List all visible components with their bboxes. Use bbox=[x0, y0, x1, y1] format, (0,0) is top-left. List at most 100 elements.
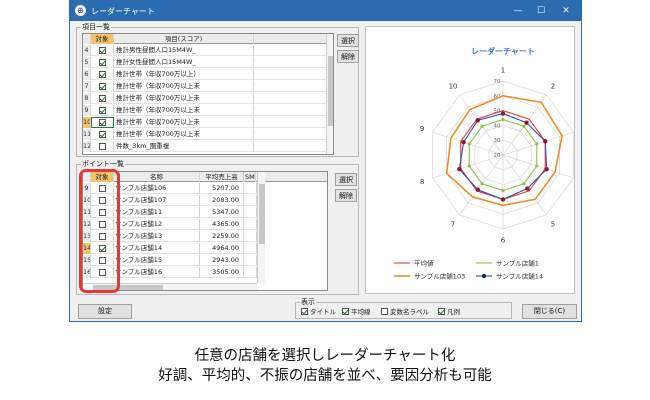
items-row-checkbox[interactable] bbox=[99, 119, 106, 126]
items-row[interactable]: 4 推計男性昼間人口15M4W_ bbox=[83, 45, 326, 56]
items-row[interactable]: 7 推計世帯（年収700万以上未 bbox=[83, 81, 326, 92]
app-icon: ⊕ bbox=[75, 5, 86, 16]
corner-cell bbox=[83, 34, 91, 44]
series-point bbox=[535, 142, 539, 146]
close-button[interactable]: 閉じる(C) bbox=[522, 304, 577, 319]
stores-row-value: 2943.00 bbox=[200, 255, 244, 266]
items-row-number: 4 bbox=[83, 45, 91, 56]
items-row-name: 推計世帯（年収700万以上未 bbox=[114, 117, 254, 128]
series-point bbox=[524, 120, 529, 125]
tick-label: 40 bbox=[494, 123, 501, 129]
items-row-target[interactable] bbox=[91, 93, 114, 104]
stores-row-value: 3505.00 bbox=[200, 267, 244, 278]
stores-row-sm bbox=[244, 243, 257, 254]
axis-label: 5 bbox=[551, 220, 555, 228]
option-average-line[interactable]: 平均線 bbox=[342, 308, 371, 317]
stores-row-name: サンプル店舗106 bbox=[114, 183, 200, 194]
items-row-target[interactable] bbox=[91, 45, 114, 56]
items-row-number: 6 bbox=[83, 69, 91, 80]
items-row[interactable]: 8 推計世帯（年収700万以上未 bbox=[83, 93, 326, 104]
stores-vertical-scrollbar[interactable] bbox=[257, 172, 265, 283]
items-row[interactable]: 9 推計世帯（年収700万以上未 bbox=[83, 105, 326, 116]
option-variable-labels[interactable]: 変数名ラベル bbox=[381, 308, 429, 317]
items-row-checkbox[interactable] bbox=[99, 83, 106, 90]
items-row-target[interactable] bbox=[91, 81, 114, 92]
stores-scroll-thumb[interactable] bbox=[259, 184, 265, 244]
radar-chart-window: ⊕ レーダーチャート — ☐ ✕ 項目一覧 対象 項目(スコア) 4 推計男性昼間… bbox=[69, 0, 587, 322]
items-row-number: 9 bbox=[83, 105, 91, 116]
series-point bbox=[522, 124, 526, 128]
legend-marker bbox=[481, 273, 487, 279]
stores-row-sm bbox=[244, 255, 257, 266]
items-row-name: 推計世帯（年収700万以上未 bbox=[114, 129, 254, 140]
items-row[interactable]: 11 推計世帯（年収700万以上未 bbox=[83, 129, 326, 140]
settings-button[interactable]: 設定 bbox=[78, 304, 132, 319]
radar-chart-panel: レーダーチャート20304050607012345678910平均値サンプル店舗… bbox=[365, 26, 587, 294]
items-row-name: 推計女性昼間人口15M4W_ bbox=[114, 57, 254, 68]
stores-row-sm bbox=[244, 183, 257, 194]
items-target-header[interactable]: 対象 bbox=[91, 34, 114, 44]
stores-value-header[interactable]: 平均売上高 bbox=[200, 172, 244, 182]
items-row-target[interactable] bbox=[91, 57, 114, 68]
series-point bbox=[501, 117, 505, 122]
items-row-checkbox[interactable] bbox=[99, 71, 106, 78]
stores-row-name: サンプル店舗13 bbox=[114, 231, 200, 242]
minimize-button[interactable]: — bbox=[510, 3, 526, 19]
stores-clear-button[interactable]: 解除 bbox=[335, 189, 357, 202]
items-row-target[interactable] bbox=[91, 105, 114, 116]
stores-group-label: ポイント一覧 bbox=[81, 160, 125, 169]
stores-row-name: サンプル店舗107 bbox=[114, 195, 200, 206]
option-title-checkbox[interactable] bbox=[301, 308, 308, 315]
items-row[interactable]: 6 推計世帯（年収700万以上） bbox=[83, 69, 326, 80]
items-row-checkbox[interactable] bbox=[99, 59, 106, 66]
items-row-checkbox[interactable] bbox=[99, 47, 106, 54]
items-row-name: 推計世帯（年収700万以上未 bbox=[114, 81, 254, 92]
series-point bbox=[461, 139, 466, 145]
legend-label: サンプル店舗14 bbox=[496, 271, 543, 280]
close-window-button[interactable]: ✕ bbox=[558, 3, 574, 19]
option-title[interactable]: タイトル bbox=[301, 308, 336, 317]
items-row-number: 8 bbox=[83, 93, 91, 104]
maximize-button[interactable]: ☐ bbox=[533, 3, 549, 19]
caption-line-2: 好調、平均的、不振の店舗を並べ、要因分析も可能 bbox=[158, 368, 492, 384]
items-row-number: 11 bbox=[83, 129, 91, 140]
stores-row-name: サンプル店舗15 bbox=[114, 255, 200, 266]
items-row-target[interactable] bbox=[91, 141, 114, 152]
stores-name-header[interactable]: 名称 bbox=[114, 172, 200, 182]
items-row-target[interactable] bbox=[91, 69, 114, 80]
items-row[interactable]: 10 推計世帯（年収700万以上未 bbox=[83, 117, 326, 128]
axis-label: 9 bbox=[420, 125, 424, 133]
series-point bbox=[475, 187, 480, 192]
items-row-checkbox[interactable] bbox=[99, 131, 106, 138]
stores-row-value: 2259.00 bbox=[200, 231, 244, 242]
option-variable-checkbox[interactable] bbox=[381, 308, 388, 315]
option-average-label: 平均線 bbox=[351, 308, 371, 316]
title-bar: ⊕ レーダーチャート — ☐ ✕ bbox=[70, 1, 581, 21]
stores-select-button[interactable]: 選択 bbox=[335, 173, 357, 186]
items-group-label: 項目一覧 bbox=[81, 23, 111, 32]
items-row-checkbox[interactable] bbox=[99, 107, 106, 114]
option-average-checkbox[interactable] bbox=[342, 308, 349, 315]
items-row-checkbox[interactable] bbox=[99, 95, 106, 102]
stores-sm-header[interactable]: SM bbox=[244, 172, 256, 182]
items-name-header[interactable]: 項目(スコア) bbox=[114, 34, 254, 44]
tick-label: 30 bbox=[494, 138, 501, 144]
items-vertical-scrollbar[interactable] bbox=[326, 34, 333, 154]
items-clear-button[interactable]: 解除 bbox=[337, 50, 359, 63]
series-point bbox=[475, 118, 480, 123]
axis-label: 7 bbox=[451, 220, 455, 228]
items-row-target[interactable] bbox=[91, 117, 114, 128]
axis-label: 6 bbox=[501, 237, 506, 245]
items-grid-header: 対象 項目(スコア) bbox=[83, 34, 333, 44]
items-select-button[interactable]: 選択 bbox=[337, 34, 359, 47]
radar-chart: レーダーチャート20304050607012345678910平均値サンプル店舗… bbox=[394, 46, 587, 280]
option-legend-checkbox[interactable] bbox=[438, 308, 445, 315]
display-group-label: 表示 bbox=[300, 298, 316, 307]
option-legend[interactable]: 凡例 bbox=[438, 308, 460, 317]
items-row-checkbox[interactable] bbox=[99, 143, 106, 150]
items-row[interactable]: 12 件数_3km_圏重複 bbox=[83, 141, 326, 152]
legend-label: 平均値 bbox=[414, 258, 434, 267]
items-row-target[interactable] bbox=[91, 129, 114, 140]
items-row[interactable]: 5 推計女性昼間人口15M4W_ bbox=[83, 57, 326, 68]
items-scroll-thumb[interactable] bbox=[328, 56, 333, 126]
